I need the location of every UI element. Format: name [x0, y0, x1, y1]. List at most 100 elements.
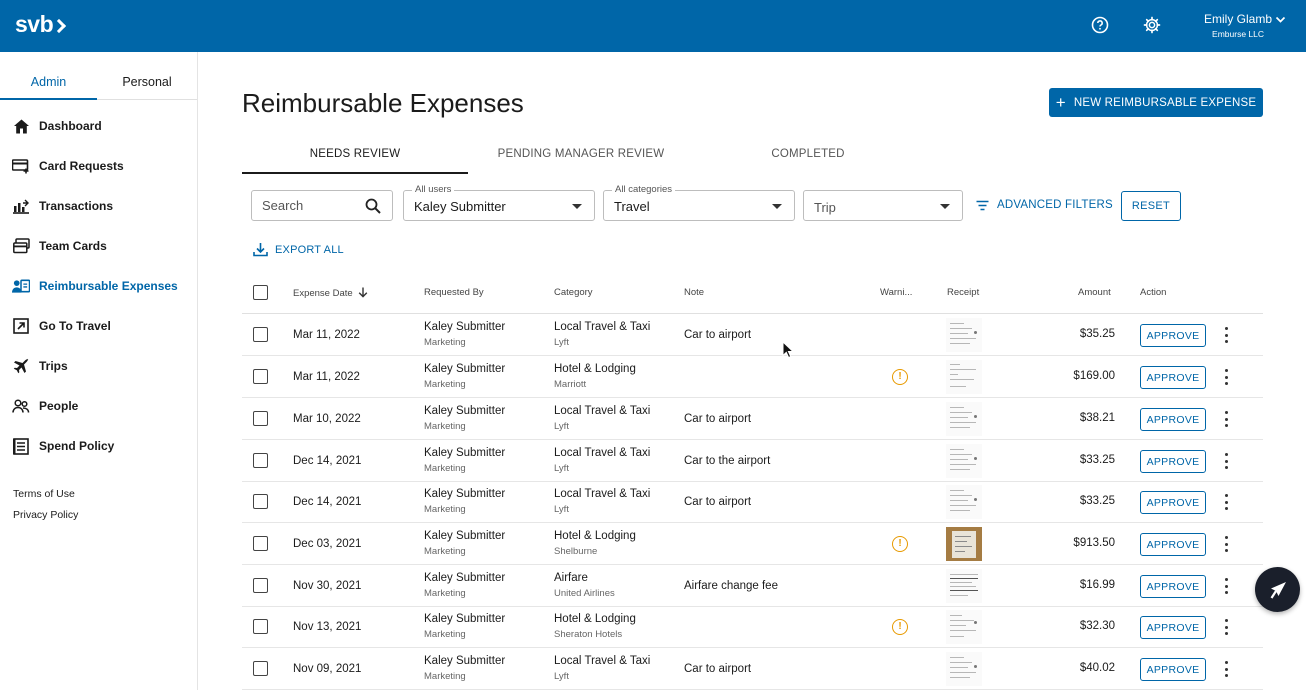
sidebar-item-transactions[interactable]: Transactions: [0, 191, 197, 221]
more-options-icon[interactable]: [1221, 536, 1231, 552]
sidebar-item-label: People: [39, 399, 79, 413]
row-checkbox[interactable]: [253, 411, 268, 426]
row-checkbox[interactable]: [253, 578, 268, 593]
reset-button[interactable]: RESET: [1121, 191, 1181, 221]
approve-button[interactable]: APPROVE: [1140, 658, 1206, 681]
terms-of-use-link[interactable]: Terms of Use: [13, 488, 75, 500]
receipt-thumbnail[interactable]: [946, 569, 982, 603]
header-amount[interactable]: Amount: [1078, 287, 1111, 298]
row-checkbox[interactable]: [253, 327, 268, 342]
approve-button[interactable]: APPROVE: [1140, 533, 1206, 556]
requester-department: Marketing: [424, 421, 466, 432]
sidebar-item-card-requests[interactable]: Card Requests: [0, 151, 197, 181]
row-checkbox[interactable]: [253, 619, 268, 634]
sidebar-item-dashboard[interactable]: Dashboard: [0, 111, 197, 141]
sidebar-item-trips[interactable]: Trips: [0, 351, 197, 381]
header-warnings[interactable]: Warni...: [880, 287, 912, 298]
warning-icon[interactable]: !: [892, 536, 908, 552]
users-select[interactable]: All users Kaley Submitter: [403, 184, 595, 221]
gear-icon[interactable]: [1142, 15, 1162, 35]
sidebar-item-team-cards[interactable]: Team Cards: [0, 231, 197, 261]
table-row[interactable]: Mar 11, 2022 Kaley Submitter Marketing H…: [242, 356, 1263, 398]
approve-button[interactable]: APPROVE: [1140, 616, 1206, 639]
category-name: Airfare: [554, 572, 588, 584]
table-row[interactable]: Dec 03, 2021 Kaley Submitter Marketing H…: [242, 523, 1263, 565]
receipt-thumbnail[interactable]: [946, 444, 982, 478]
svb-logo[interactable]: svb: [15, 11, 67, 38]
row-checkbox[interactable]: [253, 661, 268, 676]
table-row[interactable]: Nov 09, 2021 Kaley Submitter Marketing L…: [242, 648, 1263, 690]
approve-button[interactable]: APPROVE: [1140, 450, 1206, 473]
user-menu[interactable]: Emily Glamb Emburse LLC: [1196, 12, 1286, 39]
more-options-icon[interactable]: [1221, 453, 1231, 469]
more-options-icon[interactable]: [1221, 411, 1231, 427]
table-row[interactable]: Mar 10, 2022 Kaley Submitter Marketing L…: [242, 398, 1263, 440]
warning-icon[interactable]: !: [892, 369, 908, 385]
search-icon[interactable]: [365, 198, 381, 214]
receipt-thumbnail[interactable]: [946, 360, 982, 394]
export-all-button[interactable]: EXPORT ALL: [253, 242, 344, 257]
caret-down-icon: [940, 204, 950, 209]
tab-personal[interactable]: Personal: [97, 75, 197, 89]
approve-button[interactable]: APPROVE: [1140, 366, 1206, 389]
more-options-icon[interactable]: [1221, 494, 1231, 510]
row-checkbox[interactable]: [253, 453, 268, 468]
receipt-thumbnail[interactable]: [946, 652, 982, 686]
table-row[interactable]: Dec 14, 2021 Kaley Submitter Marketing L…: [242, 440, 1263, 482]
requester-department: Marketing: [424, 546, 466, 557]
select-all-checkbox[interactable]: [253, 285, 268, 300]
header-action: Action: [1140, 287, 1167, 298]
receipt-thumbnail[interactable]: [946, 527, 982, 561]
new-reimbursable-expense-button[interactable]: + NEW REIMBURSABLE EXPENSE: [1049, 88, 1263, 117]
approve-button[interactable]: APPROVE: [1140, 324, 1206, 347]
approve-button[interactable]: APPROVE: [1140, 491, 1206, 514]
tab-completed[interactable]: COMPLETED: [694, 148, 922, 160]
sidebar-item-people[interactable]: People: [0, 391, 197, 421]
receipt-thumbnail[interactable]: [946, 402, 982, 436]
trip-select-placeholder: Trip: [814, 200, 836, 215]
help-icon[interactable]: [1090, 15, 1110, 35]
logo-chevron-icon: [52, 18, 67, 33]
policy-icon: [12, 437, 30, 455]
receipt-thumbnail[interactable]: [946, 318, 982, 352]
table-row[interactable]: Mar 11, 2022 Kaley Submitter Marketing L…: [242, 314, 1263, 356]
advanced-filters-button[interactable]: ADVANCED FILTERS: [976, 199, 1113, 211]
categories-select[interactable]: All categories Travel: [603, 184, 795, 221]
more-options-icon[interactable]: [1221, 578, 1231, 594]
row-checkbox[interactable]: [253, 369, 268, 384]
approve-button[interactable]: APPROVE: [1140, 408, 1206, 431]
tab-needs-review[interactable]: NEEDS REVIEW: [242, 148, 468, 160]
category-vendor: Lyft: [554, 337, 569, 348]
reimbursable-icon: [12, 277, 30, 295]
status-tabs: NEEDS REVIEW PENDING MANAGER REVIEW COMP…: [242, 145, 1263, 174]
table-row[interactable]: Dec 14, 2021 Kaley Submitter Marketing L…: [242, 481, 1263, 523]
header-category[interactable]: Category: [554, 287, 593, 298]
table-row[interactable]: Nov 13, 2021 Kaley Submitter Marketing H…: [242, 606, 1263, 648]
more-options-icon[interactable]: [1221, 619, 1231, 635]
more-options-icon[interactable]: [1221, 369, 1231, 385]
trip-select[interactable]: Trip: [803, 190, 963, 221]
sidebar-item-go-to-travel[interactable]: Go To Travel: [0, 311, 197, 341]
row-checkbox[interactable]: [253, 536, 268, 551]
chat-button[interactable]: [1255, 567, 1300, 612]
receipt-thumbnail[interactable]: [946, 610, 982, 644]
approve-button[interactable]: APPROVE: [1140, 575, 1206, 598]
header-note[interactable]: Note: [684, 287, 704, 298]
row-checkbox[interactable]: [253, 494, 268, 509]
more-options-icon[interactable]: [1221, 327, 1231, 343]
tab-pending-manager-review[interactable]: PENDING MANAGER REVIEW: [468, 148, 694, 160]
tab-admin[interactable]: Admin: [0, 75, 97, 89]
header-requested-by[interactable]: Requested By: [424, 287, 484, 298]
warning-icon[interactable]: !: [892, 619, 908, 635]
requester-name: Kaley Submitter: [424, 321, 506, 333]
header-expense-date[interactable]: Expense Date: [293, 287, 368, 299]
receipt-thumbnail[interactable]: [946, 485, 982, 519]
category-name: Local Travel & Taxi: [554, 447, 651, 459]
sidebar-item-spend-policy[interactable]: Spend Policy: [0, 431, 197, 461]
table-row[interactable]: Nov 30, 2021 Kaley Submitter Marketing A…: [242, 565, 1263, 607]
caret-down-icon: [772, 204, 782, 209]
more-options-icon[interactable]: [1221, 661, 1231, 677]
expense-date: Mar 11, 2022: [293, 371, 360, 383]
sidebar-item-reimbursable-expenses[interactable]: Reimbursable Expenses: [0, 271, 197, 301]
privacy-policy-link[interactable]: Privacy Policy: [13, 509, 78, 521]
